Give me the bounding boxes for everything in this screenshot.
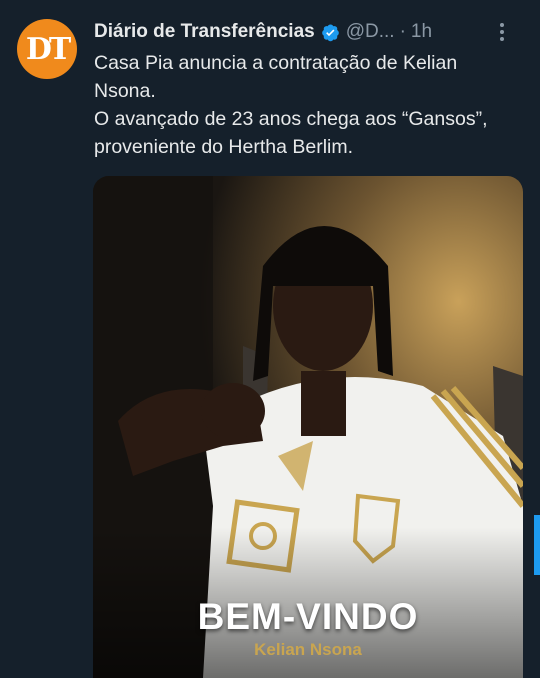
tweet[interactable]: DT Diário de Transferências @D... · 1h C… — [0, 0, 540, 678]
verified-badge-icon — [321, 24, 339, 41]
scroll-indicator[interactable] — [534, 515, 540, 575]
tweet-text-line: O avançado de 23 anos chega aos “Gansos”… — [94, 108, 488, 158]
player-name: Kelian Nsona — [254, 640, 362, 659]
author-handle[interactable]: @D... — [346, 21, 395, 43]
tweet-text-line: Casa Pia anuncia a contratação de Kelian… — [94, 52, 458, 102]
tweet-text: Casa Pia anuncia a contratação de Kelian… — [94, 49, 524, 161]
avatar[interactable]: DT — [17, 19, 77, 79]
separator-dot: · — [399, 21, 406, 42]
media-caption: BEM-VINDO Kelian Nsona — [93, 596, 523, 660]
tweet-media-image[interactable]: BEM-VINDO Kelian Nsona — [93, 176, 523, 678]
avatar-logo: DT — [25, 31, 71, 67]
author-name[interactable]: Diário de Transferências — [94, 21, 315, 43]
more-options-icon[interactable] — [490, 18, 514, 46]
timestamp[interactable]: 1h — [411, 21, 432, 43]
welcome-title: BEM-VINDO — [197, 596, 419, 637]
tweet-header: Diário de Transferências @D... · 1h — [94, 18, 524, 46]
